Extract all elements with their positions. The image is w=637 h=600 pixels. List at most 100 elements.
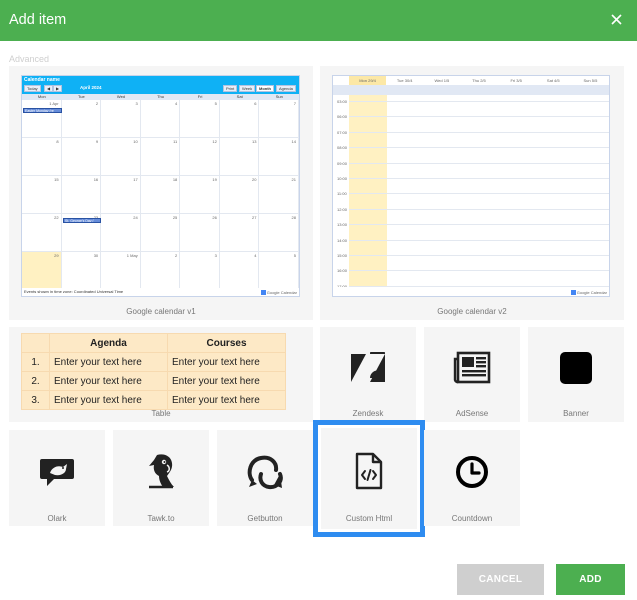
calendar-day-cell: 15	[22, 176, 62, 214]
add-button[interactable]: ADD	[556, 564, 625, 595]
calendar-day-cell: 2	[140, 252, 181, 290]
hour-label: 07:00	[337, 129, 348, 135]
day-number: 9	[95, 139, 99, 144]
day-number: 26	[212, 215, 217, 220]
hour-label: 16:00	[337, 268, 348, 274]
today-button: Today	[24, 85, 41, 92]
table-row: 1. Enter your text here Enter your text …	[21, 352, 286, 372]
close-icon[interactable]	[607, 10, 625, 28]
tile-label: Table	[151, 409, 171, 418]
tile-tawkto[interactable]: Tawk.to	[113, 430, 209, 526]
tile-label: Google calendar v2	[437, 307, 507, 316]
google-calendar-v1-preview: Calendar name Today ◀ ▶ April 2024 Print…	[21, 75, 300, 297]
day-number: 13	[251, 139, 257, 144]
hour-label: 15:00	[337, 253, 348, 258]
cancel-button[interactable]: CANCEL	[457, 564, 544, 595]
calendar-day-cell: 26	[180, 214, 220, 252]
print-button: Print	[223, 85, 238, 92]
day-number: 15	[54, 177, 59, 182]
newspaper-icon	[453, 351, 491, 384]
calendar-day-cell: 12	[180, 138, 220, 176]
hour-label: 13:00	[337, 222, 348, 228]
day-number: 17	[133, 177, 138, 182]
calendar-day-cell: 5	[180, 100, 220, 138]
view-tab-month: Month	[256, 85, 274, 92]
calendar-day-cell: 4	[219, 252, 260, 290]
hour-line	[349, 101, 609, 102]
calendar-day-cell: 14	[259, 138, 299, 176]
tile-getbutton[interactable]: Getbutton	[217, 430, 313, 526]
calendar-day-cell: 30	[61, 252, 102, 290]
day-number: 14	[291, 139, 296, 144]
google-calendar-badge: Google Calendar	[260, 290, 297, 295]
tile-adsense[interactable]: AdSense	[424, 327, 520, 422]
hour-line	[349, 255, 609, 256]
tile-label: Countdown	[451, 514, 493, 523]
day-number: 11	[173, 139, 178, 144]
day-number: 19	[212, 177, 217, 182]
getbutton-chat-icon	[247, 455, 283, 490]
day-number: 12	[212, 139, 217, 144]
day-number: 8	[56, 139, 59, 144]
all-day-row	[333, 85, 609, 95]
tile-label: Google calendar v1	[126, 307, 196, 316]
hour-line	[349, 239, 609, 241]
prev-icon: ◀	[44, 85, 54, 92]
table-preview: Agenda Courses 1. Enter your text here E…	[21, 333, 286, 410]
calendar-day-cell: 29	[22, 252, 62, 290]
tile-label: AdSense	[455, 409, 489, 418]
tile-zendesk[interactable]: Zendesk	[320, 327, 416, 422]
today-column	[349, 95, 387, 287]
event-easter-monday: Easter Monday (re	[23, 108, 62, 113]
day-number: 6	[254, 101, 257, 106]
tile-label: Tawk.to	[147, 514, 175, 523]
calendar-day-cell: 17	[101, 176, 141, 214]
tile-olark[interactable]: Olark	[9, 430, 105, 526]
selection-highlight	[313, 420, 425, 537]
hour-line	[349, 116, 609, 118]
google-calendar-v2-preview: Mon 29/4 Tue 30/4 Wed 1/5 Thu 2/5 Fri 3/…	[332, 75, 610, 297]
hour-line	[349, 193, 609, 195]
tile-label: Zendesk	[352, 409, 384, 418]
day-number: 25	[172, 215, 178, 220]
calendar-day-cell: 19	[180, 176, 220, 214]
tile-banner[interactable]: Banner	[528, 327, 624, 422]
section-label: Advanced	[9, 54, 50, 64]
hour-label: 14:00	[337, 237, 348, 243]
tile-label: Banner	[563, 409, 589, 418]
hour-label: 03:00	[337, 99, 348, 104]
month-label: April 2024	[80, 85, 102, 90]
day-number: 5	[293, 253, 296, 258]
calendar-day-cell: 27	[219, 214, 260, 252]
zendesk-icon	[351, 352, 385, 382]
table-header-row: Agenda Courses	[21, 333, 286, 353]
day-number: 1 May	[126, 253, 138, 258]
table-header: Courses	[167, 333, 286, 353]
event-st-georges-day: St. George's Day (	[63, 218, 101, 223]
day-number: 22	[54, 215, 59, 220]
day-number: 7	[293, 101, 296, 106]
dialog-title: Add item	[9, 12, 67, 28]
day-number: 18	[172, 177, 178, 182]
day-number: 4	[175, 101, 178, 106]
tile-label: Getbutton	[247, 514, 283, 523]
calendar-footer	[333, 287, 609, 296]
calendar-day-cell: 7	[259, 100, 299, 138]
calendar-day-cell: 6	[219, 100, 260, 138]
calendar-day-cell: 3	[180, 252, 220, 290]
hour-label: 12:00	[337, 206, 348, 212]
calendar-day-cell: 16	[61, 176, 102, 214]
day-number: 5	[214, 101, 217, 106]
calendar-day-cell: 2	[61, 100, 102, 138]
hour-label: 09:00	[337, 160, 348, 166]
day-number: 1 Apr	[49, 101, 59, 106]
table-row: 2. Enter your text here Enter your text …	[21, 371, 286, 391]
day-number: 27	[251, 215, 257, 220]
day-number: 10	[133, 139, 138, 144]
hour-line	[349, 131, 609, 133]
tile-countdown[interactable]: Countdown	[424, 430, 520, 526]
day-number: 2	[175, 253, 178, 258]
calendar-day-cell: 28	[259, 214, 299, 252]
calendar-day-cell: 22	[22, 214, 62, 252]
week-time-grid: 03:00 06:00 07:00 08:00 09:00 10:00 11:00 12:00…	[333, 95, 609, 289]
